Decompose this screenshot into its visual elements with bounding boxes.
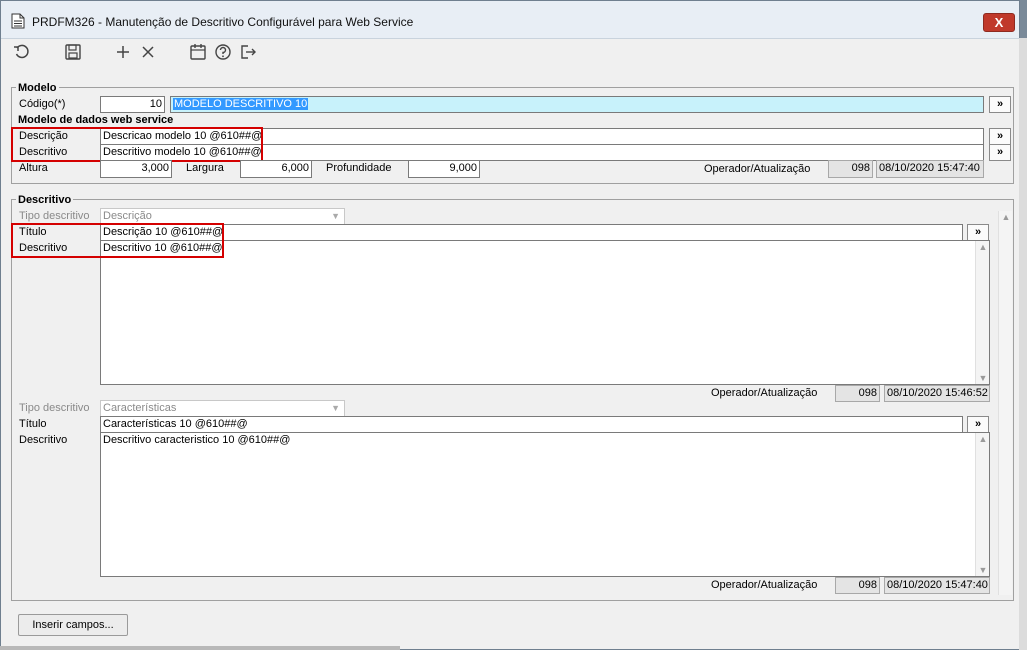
- tipo-descritivo-label-1: Tipo descritivo: [19, 210, 90, 222]
- save-icon[interactable]: [64, 43, 82, 61]
- close-button[interactable]: X: [983, 13, 1015, 32]
- titulo-input-1[interactable]: Descrição 10 @610##@: [100, 224, 963, 241]
- document-icon: [11, 13, 25, 29]
- toolbar: [1, 39, 1019, 65]
- titulo-expand-button-1[interactable]: »: [967, 224, 989, 241]
- window-title: PRDFM326 - Manutenção de Descritivo Conf…: [32, 15, 414, 29]
- chevron-down-icon: ▼: [331, 211, 340, 221]
- altura-input[interactable]: 3,000: [100, 160, 172, 178]
- textarea-scrollbar-2[interactable]: ▲ ▼: [975, 433, 989, 576]
- operador-field-1: 098: [835, 385, 880, 402]
- descritivo-input[interactable]: Descritivo modelo 10 @610##@: [100, 144, 984, 161]
- horizontal-scrollbar[interactable]: [0, 646, 400, 650]
- operador-label-1: Operador/Atualização: [711, 387, 818, 399]
- operador-label-2: Operador/Atualização: [711, 579, 818, 591]
- descritivo-expand-button[interactable]: »: [989, 144, 1011, 161]
- atualizacao-field-2: 08/10/2020 15:47:40: [884, 577, 990, 594]
- titulo-input-2[interactable]: Características 10 @610##@: [100, 416, 963, 433]
- chevron-down-icon: ▼: [331, 403, 340, 413]
- descritivo-scrollbar[interactable]: ▲: [998, 211, 1012, 595]
- operador-field-2: 098: [835, 577, 880, 594]
- modelo-dados-section-label: Modelo de dados web service: [16, 114, 176, 126]
- scroll-down-icon[interactable]: ▼: [976, 564, 990, 576]
- modelo-operador-field: 098: [828, 160, 873, 178]
- descricao-input[interactable]: Descricao modelo 10 @610##@: [100, 128, 984, 145]
- descritivo-textarea-1[interactable]: Descritivo 10 @610##@: [100, 240, 990, 385]
- scroll-up-icon[interactable]: ▲: [999, 211, 1013, 223]
- titulo-label-1: Título: [19, 226, 47, 238]
- help-icon[interactable]: [214, 43, 232, 61]
- modelo-operador-label: Operador/Atualização: [704, 163, 811, 175]
- undo-icon[interactable]: [13, 43, 31, 61]
- largura-label: Largura: [186, 162, 224, 174]
- window-scrollbar[interactable]: [1019, 38, 1027, 650]
- tipo-descritivo-select-2[interactable]: Características ▼: [100, 400, 345, 417]
- descritivo-section-label: Descritivo: [16, 194, 74, 206]
- main-window: PRDFM326 - Manutenção de Descritivo Conf…: [0, 0, 1020, 650]
- largura-input[interactable]: 6,000: [240, 160, 312, 178]
- scroll-up-icon[interactable]: ▲: [976, 433, 990, 445]
- atualizacao-field-1: 08/10/2020 15:46:52: [884, 385, 990, 402]
- descritivo-label: Descritivo: [19, 146, 68, 158]
- add-icon[interactable]: [114, 43, 132, 61]
- scroll-up-icon[interactable]: ▲: [976, 241, 990, 253]
- title-bar: PRDFM326 - Manutenção de Descritivo Conf…: [1, 1, 1019, 39]
- tipo-descritivo-label-2: Tipo descritivo: [19, 402, 90, 414]
- descritivo-label-2: Descritivo: [19, 434, 68, 446]
- modelo-atualizacao-field: 08/10/2020 15:47:40: [876, 160, 984, 178]
- modelo-section-label: Modelo: [16, 82, 59, 94]
- descritivo-textarea-2[interactable]: Descritivo caracteristico 10 @610##@: [100, 432, 990, 577]
- altura-label: Altura: [19, 162, 48, 174]
- tipo-descritivo-value-2: Características: [103, 402, 177, 414]
- titulo-expand-button-2[interactable]: »: [967, 416, 989, 433]
- descricao-label: Descrição: [19, 130, 68, 142]
- titulo-label-2: Título: [19, 418, 47, 430]
- scroll-down-icon[interactable]: ▼: [976, 372, 990, 384]
- descritivo-label-1: Descritivo: [19, 242, 68, 254]
- modelo-nome-value: MODELO DESCRITIVO 10: [173, 98, 309, 110]
- descricao-expand-button[interactable]: »: [989, 128, 1011, 145]
- textarea-scrollbar-1[interactable]: ▲ ▼: [975, 241, 989, 384]
- delete-icon[interactable]: [139, 43, 157, 61]
- modelo-lookup-button[interactable]: »: [989, 96, 1011, 113]
- profundidade-label: Profundidade: [326, 162, 392, 174]
- modelo-nome-input[interactable]: MODELO DESCRITIVO 10: [170, 96, 984, 113]
- tipo-descritivo-value-1: Descrição: [103, 210, 152, 222]
- close-icon: X: [994, 15, 1004, 30]
- profundidade-input[interactable]: 9,000: [408, 160, 480, 178]
- codigo-label: Código(*): [19, 98, 66, 110]
- exit-icon[interactable]: [239, 43, 257, 61]
- calendar-icon[interactable]: [189, 43, 207, 61]
- tipo-descritivo-select-1[interactable]: Descrição ▼: [100, 208, 345, 225]
- codigo-input[interactable]: 10: [100, 96, 165, 113]
- inserir-campos-button[interactable]: Inserir campos...: [18, 614, 128, 636]
